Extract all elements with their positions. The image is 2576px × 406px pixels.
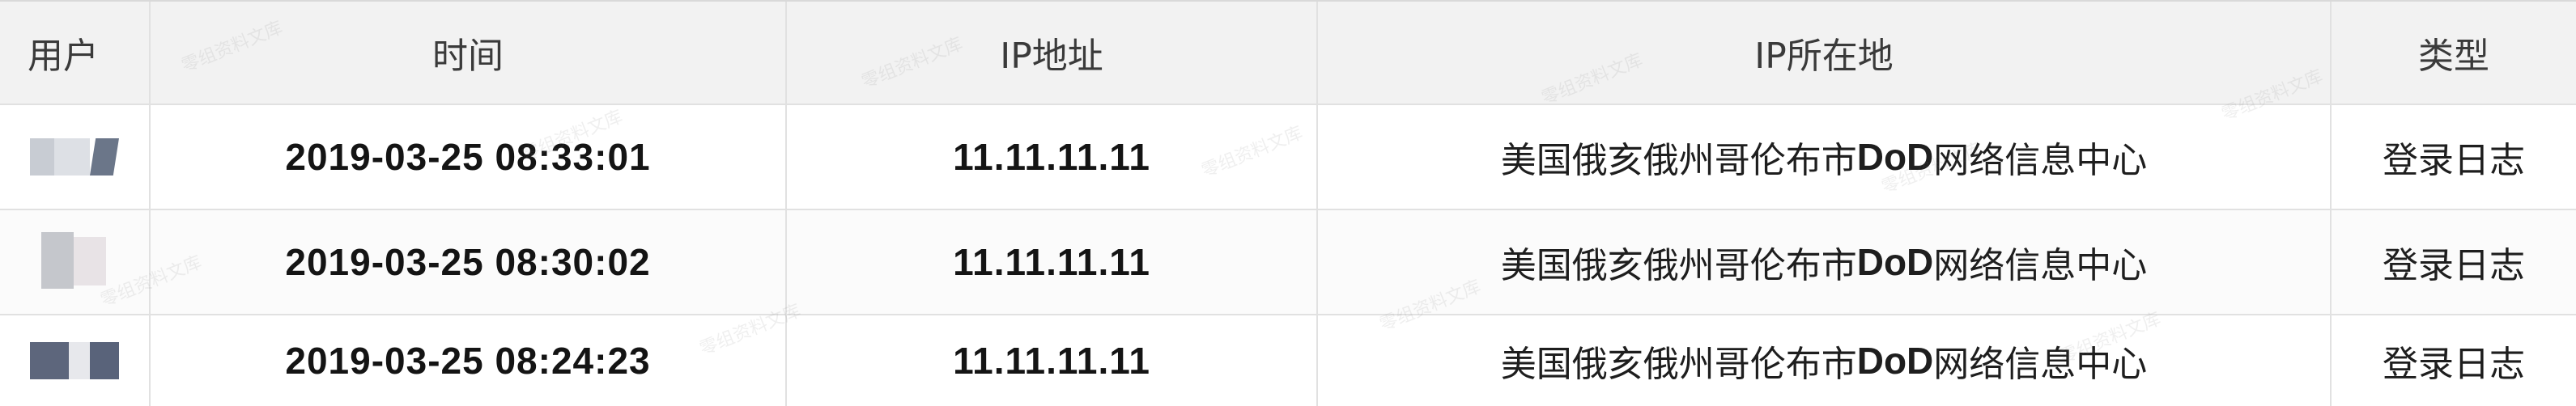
- location-prefix: 美国俄亥俄州哥伦布市: [1500, 140, 1857, 181]
- location-cell: 美国俄亥俄州哥伦布市 DoD 网络信息中心: [1318, 105, 2332, 210]
- location-prefix: 美国俄亥俄州哥伦布市: [1500, 344, 1857, 385]
- column-header-user: 用户: [0, 2, 151, 105]
- ip-cell: 11.11.11.11: [787, 210, 1318, 315]
- location-suffix: 网络信息中心: [1933, 140, 2148, 181]
- column-header-time: 时间: [151, 2, 787, 105]
- column-header-ip-location: IP所在地: [1318, 2, 2332, 105]
- location-org: DoD: [1856, 136, 1934, 178]
- location-cell: 美国俄亥俄州哥伦布市 DoD 网络信息中心: [1318, 210, 2332, 315]
- ip-cell: 11.11.11.11: [787, 105, 1318, 210]
- location-suffix: 网络信息中心: [1933, 344, 2148, 385]
- type-cell: 登录日志: [2332, 315, 2576, 406]
- time-cell: 2019-03-25 08:24:23: [151, 315, 787, 406]
- user-cell: [0, 315, 151, 406]
- time-cell: 2019-03-25 08:33:01: [151, 105, 787, 210]
- user-cell: [0, 210, 151, 315]
- location-cell: 美国俄亥俄州哥伦布市 DoD 网络信息中心: [1318, 315, 2332, 406]
- column-header-ip-address: IP地址: [787, 2, 1318, 105]
- type-cell: 登录日志: [2332, 105, 2576, 210]
- login-log-table: 用户 时间 IP地址 IP所在地 类型 2019-03-25 08:33:01 …: [0, 0, 2576, 406]
- type-cell: 登录日志: [2332, 210, 2576, 315]
- user-cell: [0, 105, 151, 210]
- column-header-type: 类型: [2332, 2, 2576, 105]
- location-org: DoD: [1856, 340, 1934, 382]
- ip-cell: 11.11.11.11: [787, 315, 1318, 406]
- blurred-avatar: [30, 342, 119, 379]
- location-org: DoD: [1856, 241, 1934, 283]
- location-prefix: 美国俄亥俄州哥伦布市: [1500, 245, 1857, 286]
- blurred-avatar: [30, 232, 119, 289]
- time-cell: 2019-03-25 08:30:02: [151, 210, 787, 315]
- blurred-avatar: [30, 138, 119, 176]
- location-suffix: 网络信息中心: [1933, 245, 2148, 286]
